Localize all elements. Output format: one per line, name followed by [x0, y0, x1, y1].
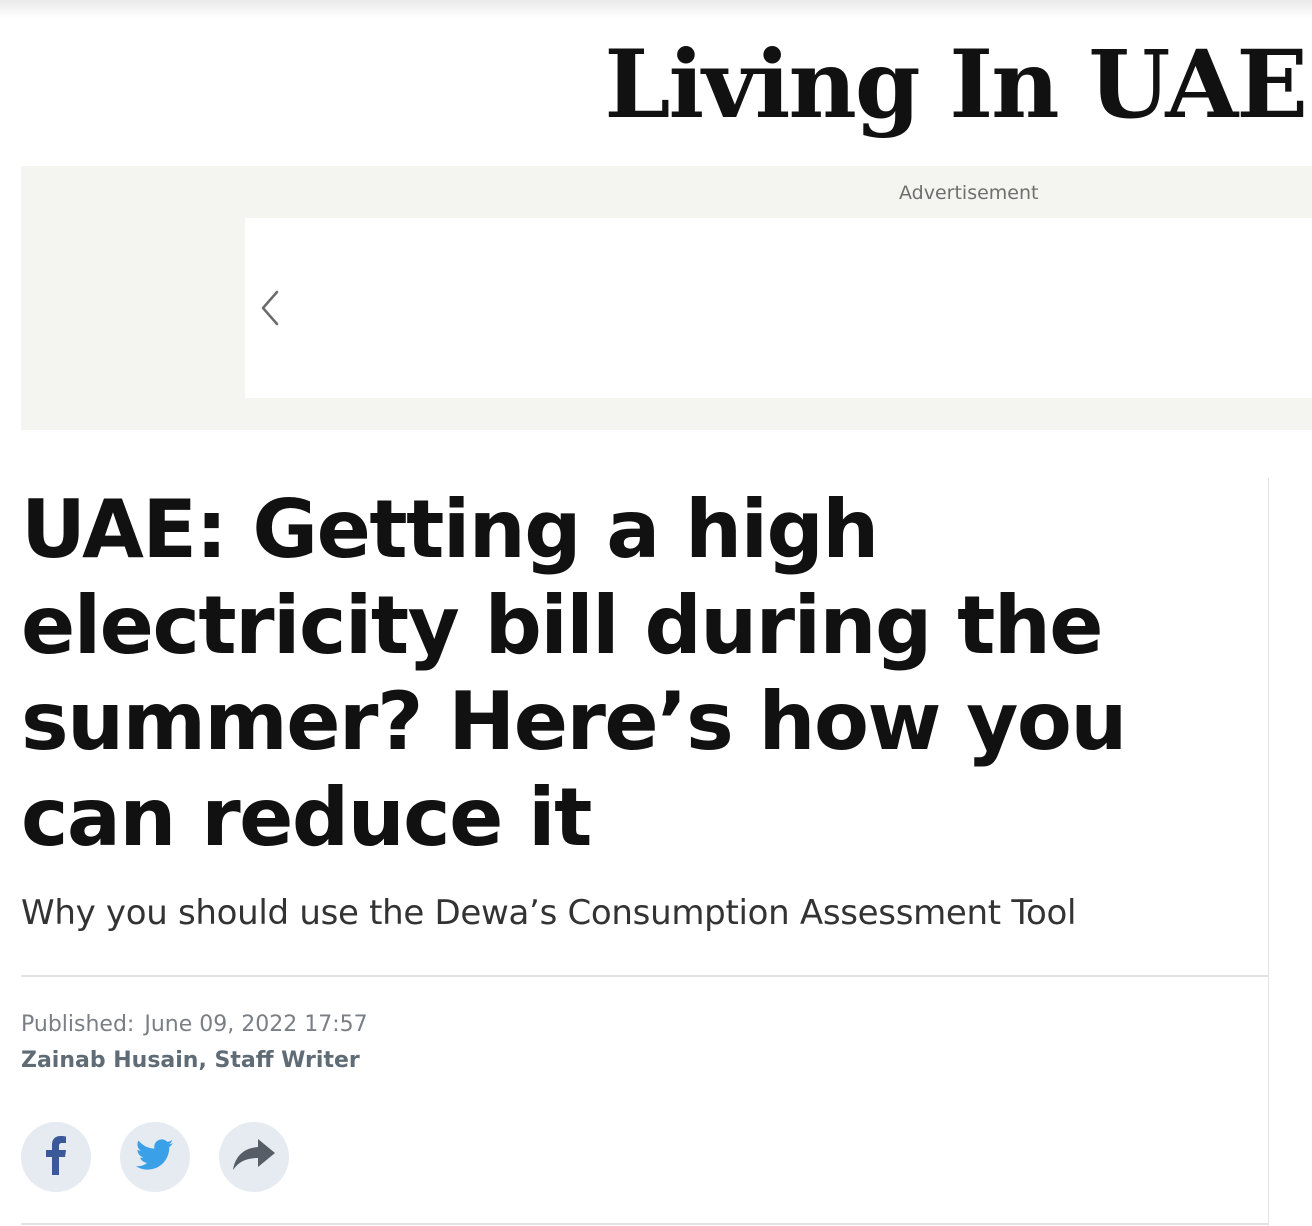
published-info: Published: June 09, 2022 17:57: [21, 1012, 368, 1037]
author-byline[interactable]: Zainab Husain, Staff Writer: [21, 1048, 360, 1073]
published-label: Published:: [21, 1012, 135, 1037]
twitter-share-button[interactable]: [120, 1122, 190, 1192]
advertisement-frame[interactable]: [245, 218, 1312, 398]
published-date: June 09, 2022 17:57: [144, 1012, 368, 1037]
section-title[interactable]: Living In UAE: [604, 30, 1308, 140]
twitter-icon: [135, 1139, 174, 1175]
article-headline: UAE: Getting a high electricity bill dur…: [21, 483, 1127, 864]
top-bar-shadow: [0, 0, 1312, 18]
advertisement-container: Advertisement: [21, 166, 1312, 430]
sidebar-divider: [1268, 478, 1269, 1226]
bottom-divider: [21, 1223, 1268, 1225]
divider: [21, 975, 1268, 977]
share-arrow-icon: [231, 1137, 277, 1177]
chevron-left-icon[interactable]: [259, 288, 283, 328]
article-subtitle: Why you should use the Dewa’s Consumptio…: [21, 893, 1077, 933]
facebook-icon: [45, 1135, 67, 1179]
more-share-button[interactable]: [219, 1122, 289, 1192]
facebook-share-button[interactable]: [21, 1122, 91, 1192]
advertisement-label: Advertisement: [899, 182, 1039, 204]
